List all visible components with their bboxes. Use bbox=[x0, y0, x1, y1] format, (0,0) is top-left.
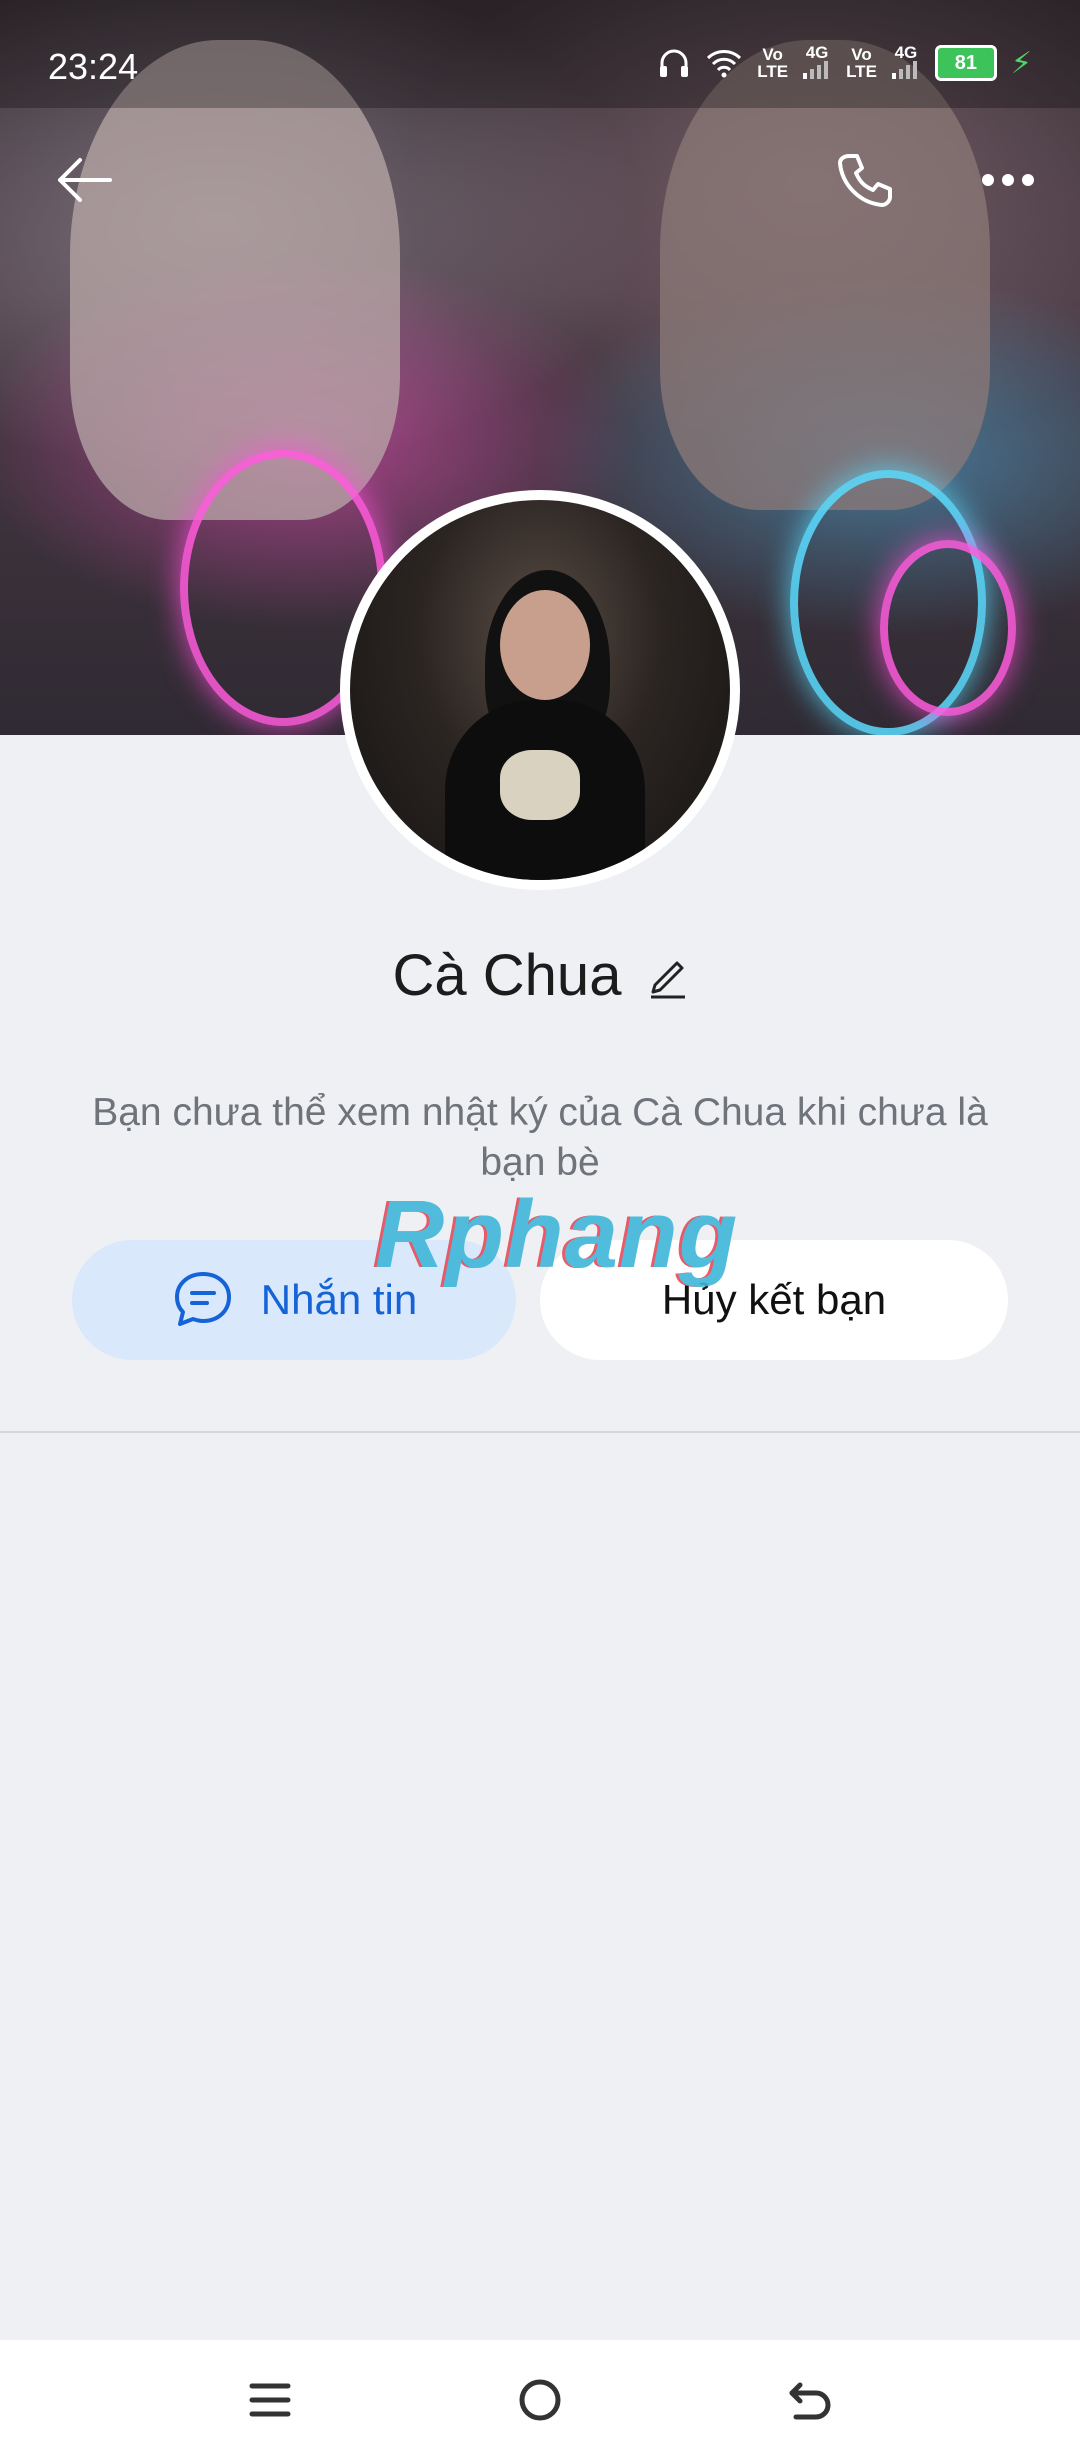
headphones-icon bbox=[660, 49, 689, 77]
volte-2-top: Vo bbox=[851, 45, 872, 64]
watermark-logo: Rphang bbox=[375, 1181, 739, 1288]
volte-1-bottom: LTE bbox=[757, 62, 789, 81]
charging-bolt-icon: ⚡ bbox=[1010, 46, 1032, 80]
name-row: Cà Chua bbox=[0, 942, 1080, 1009]
call-button[interactable] bbox=[825, 140, 905, 220]
nav-back-button[interactable] bbox=[780, 2370, 840, 2430]
avatar-face bbox=[500, 590, 590, 700]
volte-icon-2: Vo LTE bbox=[846, 46, 877, 80]
network-2-label: 4G bbox=[894, 43, 918, 62]
back-return-icon bbox=[789, 2382, 831, 2420]
back-button[interactable] bbox=[44, 140, 124, 220]
divider bbox=[0, 1431, 1080, 1433]
signal-bars-icon-1 bbox=[803, 61, 829, 79]
more-dots-icon bbox=[982, 174, 1034, 186]
more-button[interactable] bbox=[968, 140, 1048, 220]
profile-name: Cà Chua bbox=[392, 943, 622, 1008]
network-1-label: 4G bbox=[805, 43, 829, 62]
avatar-photo bbox=[350, 500, 730, 880]
avatar-shirt-print bbox=[500, 750, 580, 820]
pencil-icon[interactable] bbox=[647, 953, 687, 999]
nav-recents-button[interactable] bbox=[240, 2370, 300, 2430]
arrow-left-icon bbox=[58, 158, 112, 202]
menu-icon bbox=[249, 2383, 291, 2417]
battery-level: 81 bbox=[954, 51, 978, 74]
status-time: 23:24 bbox=[48, 46, 139, 87]
nav-home-button[interactable] bbox=[510, 2370, 570, 2430]
status-bar: 23:24 Vo LTE 4G Vo LTE 4G 81 ⚡ bbox=[0, 0, 1080, 108]
wifi-icon bbox=[707, 50, 742, 78]
navigation-bar bbox=[0, 2340, 1080, 2460]
battery-icon: 81 bbox=[934, 45, 997, 81]
friend-restriction-text: Bạn chưa thể xem nhật ký của Cà Chua khi… bbox=[92, 1091, 988, 1184]
status-icons: Vo LTE 4G Vo LTE 4G 81 ⚡ bbox=[657, 44, 1032, 82]
signal-bars-icon-2 bbox=[891, 61, 917, 79]
volte-2-bottom: LTE bbox=[846, 62, 877, 81]
cover-figure-right bbox=[660, 40, 990, 510]
cover-figure-left bbox=[70, 40, 400, 520]
volte-1-top: Vo bbox=[762, 45, 783, 64]
cover-neon-right-pink bbox=[880, 540, 1016, 716]
phone-icon bbox=[838, 154, 892, 207]
volte-icon-1: Vo LTE bbox=[757, 46, 788, 80]
avatar[interactable] bbox=[340, 490, 740, 890]
chat-bubble-icon bbox=[174, 1272, 231, 1326]
signal-2: 4G bbox=[891, 44, 921, 82]
signal-1: 4G bbox=[802, 44, 832, 82]
home-circle-icon bbox=[519, 2379, 561, 2421]
